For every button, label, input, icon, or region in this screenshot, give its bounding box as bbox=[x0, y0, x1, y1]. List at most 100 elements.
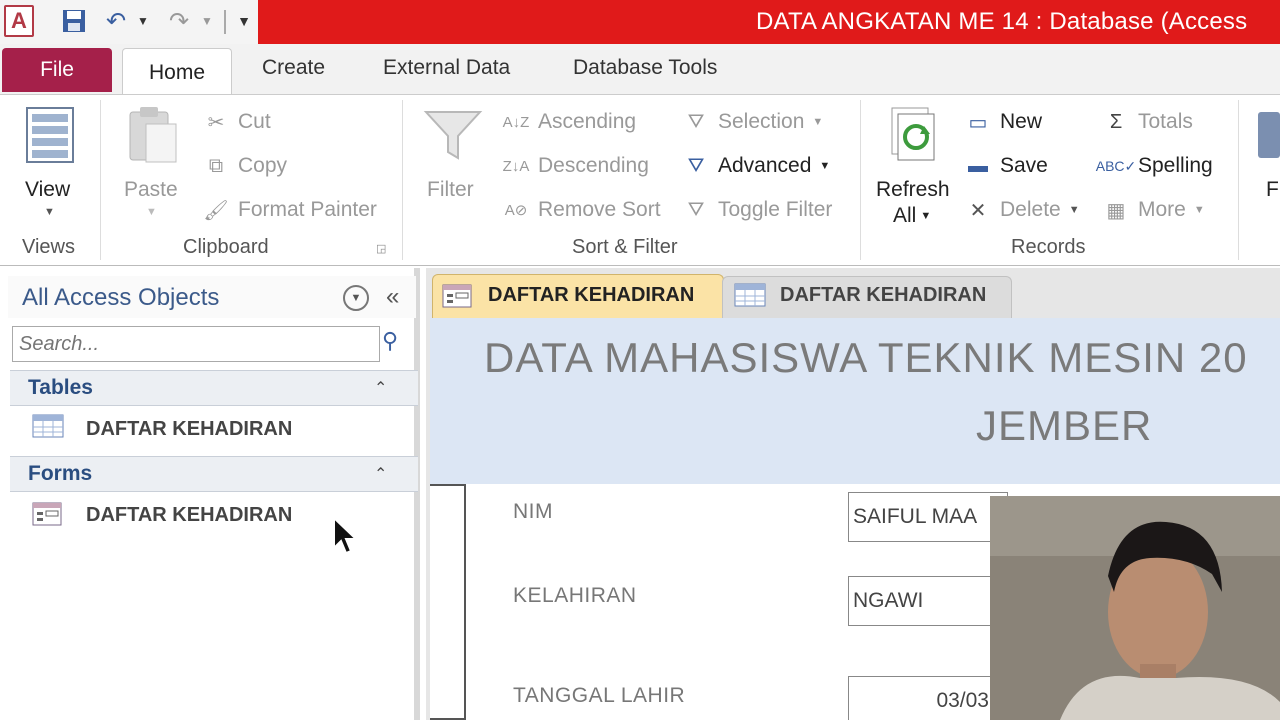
descending-button[interactable]: Z↓A Descending bbox=[502, 152, 649, 180]
new-record-button[interactable]: ▭ New bbox=[964, 108, 1042, 136]
title-bar: DATA ANGKATAN ME 14 : Database (Access A… bbox=[0, 0, 1280, 44]
save-record-button[interactable]: ▬ Save bbox=[964, 152, 1048, 180]
clipboard-group-label: Clipboard bbox=[183, 236, 269, 258]
remove-sort-button[interactable]: A⊘ Remove Sort bbox=[502, 196, 661, 224]
spelling-button[interactable]: ABC✓ Spelling bbox=[1095, 152, 1213, 180]
tab-home[interactable]: Home bbox=[122, 48, 232, 96]
spelling-check-icon: ABC✓ bbox=[1095, 157, 1137, 174]
search-icon[interactable]: ⚲ bbox=[382, 328, 398, 354]
spelling-label: Spelling bbox=[1138, 154, 1213, 177]
delete-x-icon: ✕ bbox=[969, 199, 987, 222]
sort-ascending-icon: A↓Z bbox=[502, 113, 530, 131]
sigma-icon: Σ bbox=[1109, 110, 1123, 133]
field-input-kelahiran[interactable]: NGAWI bbox=[848, 576, 1008, 626]
save-icon[interactable] bbox=[58, 6, 90, 36]
ascending-label: Ascending bbox=[538, 110, 637, 133]
sort-descending-icon: Z↓A bbox=[502, 157, 530, 175]
nav-menu-dropdown-icon[interactable]: ▼ bbox=[343, 285, 369, 311]
format-painter-button[interactable]: 🖌 Format Painter bbox=[202, 196, 377, 224]
advanced-dropdown-icon: ▼ bbox=[819, 160, 831, 172]
ascending-button[interactable]: A↓Z Ascending bbox=[502, 108, 636, 136]
records-group-label: Records bbox=[1011, 236, 1086, 258]
undo-dropdown-icon[interactable]: ▼ bbox=[134, 6, 152, 36]
advanced-button[interactable]: ⛛ Advanced ▼ bbox=[682, 152, 831, 180]
group-divider bbox=[402, 100, 403, 260]
totals-label: Totals bbox=[1138, 110, 1193, 133]
form-title-line1: DATA MAHASISWA TEKNIK MESIN 20 bbox=[484, 334, 1248, 381]
selection-dropdown-icon: ▼ bbox=[812, 116, 824, 128]
selection-button[interactable]: ⛛ Selection ▼ bbox=[682, 108, 824, 136]
more-label: More bbox=[1138, 198, 1186, 221]
paste-dropdown-icon[interactable]: ▼ bbox=[146, 206, 157, 218]
save-label: Save bbox=[1000, 154, 1048, 177]
toggle-filter-button[interactable]: ⛛ Toggle Filter bbox=[682, 196, 833, 224]
more-dropdown-icon: ▼ bbox=[1193, 204, 1205, 216]
view-icon[interactable] bbox=[24, 104, 78, 166]
copy-icon: ⧉ bbox=[208, 154, 224, 177]
view-dropdown-icon[interactable]: ▼ bbox=[44, 206, 55, 218]
find-button-partial[interactable]: F bbox=[1266, 178, 1279, 202]
views-group-label: Views bbox=[22, 236, 75, 258]
collapse-section-icon[interactable]: ⌃ bbox=[374, 378, 387, 398]
redo-dropdown-icon[interactable]: ▼ bbox=[198, 6, 216, 36]
access-app-icon[interactable]: A bbox=[4, 5, 34, 37]
new-label: New bbox=[1000, 110, 1043, 133]
refresh-button[interactable]: Refresh bbox=[876, 178, 950, 202]
tab-database-tools[interactable]: Database Tools bbox=[573, 56, 717, 80]
view-button[interactable]: View bbox=[25, 178, 70, 202]
nav-search-input[interactable] bbox=[12, 326, 380, 362]
new-record-icon: ▭ bbox=[968, 111, 988, 134]
redo-icon[interactable]: ↷ bbox=[164, 6, 194, 36]
webcam-person-image bbox=[990, 496, 1280, 720]
selection-filter-icon: ⛛ bbox=[687, 110, 705, 133]
customize-qat-icon[interactable]: ▼ bbox=[232, 6, 256, 36]
remove-sort-label: Remove Sort bbox=[538, 198, 661, 221]
nav-pane-title[interactable]: All Access Objects bbox=[22, 284, 219, 312]
form-title-line2: JEMBER bbox=[976, 402, 1153, 449]
nav-item-form-daftar-kehadiran[interactable]: DAFTAR KEHADIRAN bbox=[86, 504, 292, 527]
field-input-nim[interactable]: SAIFUL MAA bbox=[848, 492, 1008, 542]
record-selector[interactable] bbox=[430, 484, 466, 720]
form-icon bbox=[32, 502, 62, 526]
refresh-dropdown-icon: ▼ bbox=[920, 210, 932, 222]
remove-sort-icon: A⊘ bbox=[504, 202, 528, 219]
scissors-icon: ✂ bbox=[207, 111, 225, 134]
field-input-tanggal-lahir[interactable]: 03/03 bbox=[848, 676, 1008, 720]
doc-tab-label: DAFTAR KEHADIRAN bbox=[780, 284, 987, 306]
cut-label: Cut bbox=[238, 110, 271, 133]
refresh-all-label: All bbox=[893, 204, 917, 227]
advanced-filter-icon: ⛛ bbox=[687, 154, 705, 177]
copy-button[interactable]: ⧉ Copy bbox=[202, 152, 287, 180]
group-divider bbox=[1238, 100, 1239, 260]
cut-button[interactable]: ✂ Cut bbox=[202, 108, 271, 136]
tab-file[interactable]: File bbox=[2, 48, 112, 92]
group-divider bbox=[860, 100, 861, 260]
paste-button[interactable]: Paste bbox=[124, 178, 178, 202]
totals-button[interactable]: Σ Totals bbox=[1102, 108, 1193, 136]
filter-button[interactable]: Filter bbox=[427, 178, 474, 202]
refresh-all-button[interactable]: All ▼ bbox=[893, 204, 931, 228]
delete-record-button[interactable]: ✕ Delete ▼ bbox=[964, 196, 1080, 224]
collapse-pane-icon[interactable]: « bbox=[386, 283, 399, 311]
field-label-kelahiran: KELAHIRAN bbox=[513, 584, 637, 607]
refresh-icon[interactable] bbox=[886, 104, 942, 166]
more-button[interactable]: ▦ More ▼ bbox=[1102, 196, 1205, 224]
filter-funnel-icon[interactable] bbox=[422, 106, 484, 164]
window-title: DATA ANGKATAN ME 14 : Database (Access bbox=[756, 8, 1248, 35]
selection-label: Selection bbox=[718, 110, 805, 133]
webcam-overlay bbox=[990, 496, 1280, 720]
advanced-label: Advanced bbox=[718, 154, 812, 177]
paste-icon[interactable] bbox=[124, 104, 180, 166]
clipboard-dialog-launcher-icon[interactable]: ◲ bbox=[376, 242, 386, 255]
collapse-section-icon[interactable]: ⌃ bbox=[374, 464, 387, 484]
tab-external-data[interactable]: External Data bbox=[383, 56, 510, 80]
nav-item-table-daftar-kehadiran[interactable]: DAFTAR KEHADIRAN bbox=[86, 418, 292, 441]
qat-separator bbox=[224, 10, 226, 34]
sort-filter-group-label: Sort & Filter bbox=[572, 236, 678, 258]
find-icon[interactable] bbox=[1258, 112, 1280, 158]
undo-icon[interactable]: ↶ bbox=[100, 6, 132, 36]
tab-create[interactable]: Create bbox=[262, 56, 325, 80]
save-record-icon: ▬ bbox=[968, 154, 988, 177]
copy-label: Copy bbox=[238, 154, 288, 177]
delete-label: Delete bbox=[1000, 198, 1061, 221]
